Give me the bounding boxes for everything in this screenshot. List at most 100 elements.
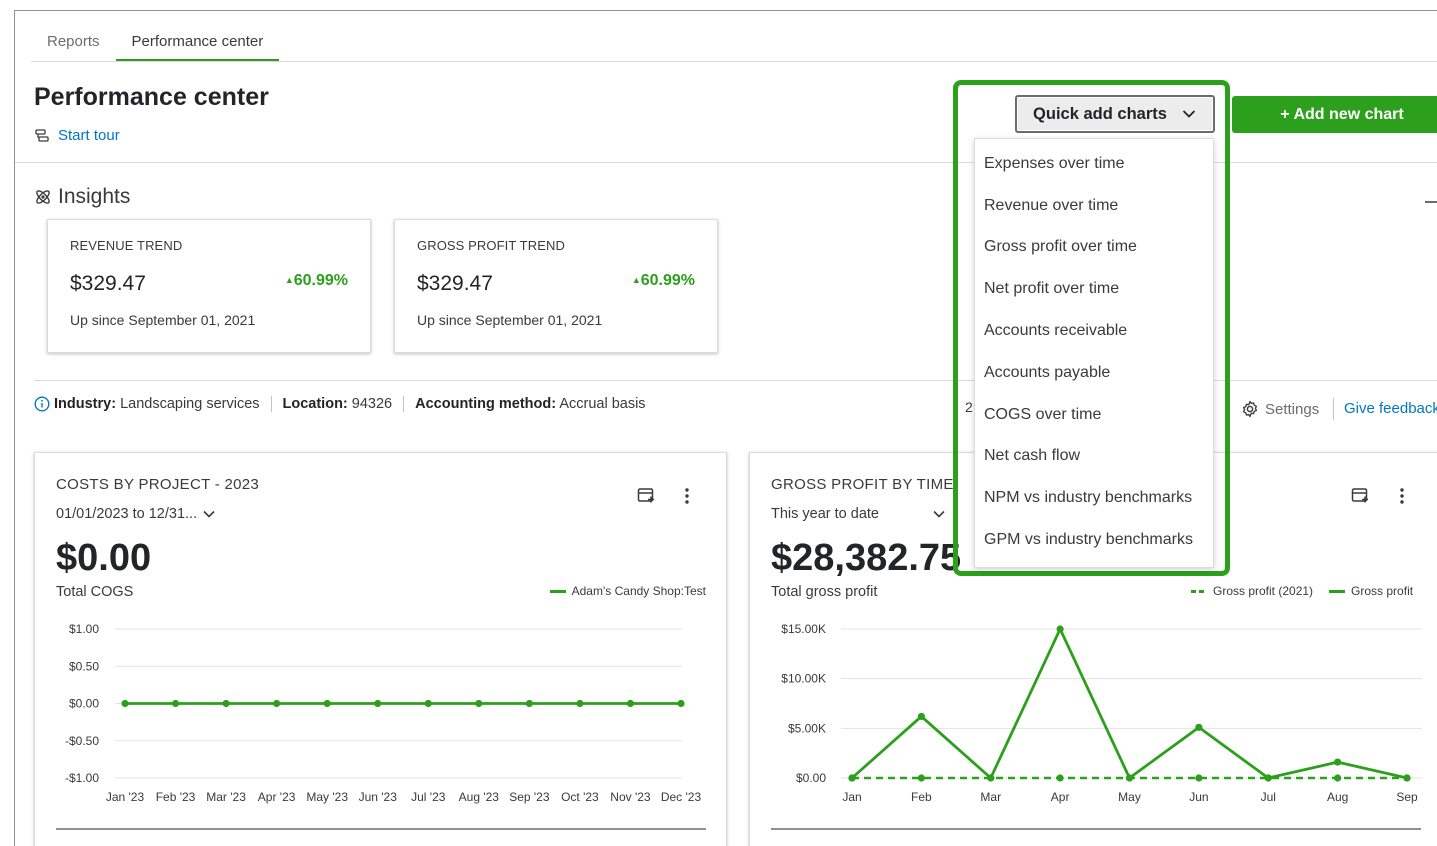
settings-button[interactable]: Settings bbox=[1241, 400, 1319, 418]
data-point[interactable] bbox=[917, 712, 925, 721]
x-tick-label: Jan bbox=[842, 790, 861, 804]
legend-swatch-dashed bbox=[1191, 589, 1207, 593]
data-point[interactable] bbox=[374, 699, 382, 708]
x-tick-label: May bbox=[1118, 790, 1141, 804]
add-to-dashboard-icon[interactable] bbox=[1350, 486, 1370, 506]
x-tick-label: Aug bbox=[1327, 790, 1348, 804]
total-amount: $0.00 bbox=[56, 537, 152, 579]
data-point[interactable] bbox=[848, 774, 856, 782]
data-point[interactable] bbox=[1056, 774, 1064, 782]
y-tick-label: $5.00K bbox=[788, 721, 826, 735]
start-tour-link[interactable]: Start tour bbox=[34, 127, 120, 144]
x-tick-label: Apr '23 bbox=[258, 790, 296, 804]
trend-amount: $329.47 bbox=[417, 272, 493, 295]
x-tick-label: Apr bbox=[1051, 790, 1070, 804]
tab-bar: Reports Performance center bbox=[31, 29, 280, 62]
x-tick-label: Nov '23 bbox=[610, 790, 651, 804]
tab-reports[interactable]: Reports bbox=[31, 29, 116, 62]
x-tick-label: Mar bbox=[980, 790, 1001, 804]
gross-profit-trend-card[interactable]: GROSS PROFIT TREND $329.47 ▲60.99% Up si… bbox=[394, 219, 718, 353]
chevron-down-icon bbox=[933, 510, 945, 518]
y-tick-label: -$1.00 bbox=[65, 771, 99, 785]
data-point[interactable] bbox=[323, 699, 331, 708]
gross-profit-line-chart: $15.00K $10.00K $5.00K $0.00 Jan Feb Mar Apr May… bbox=[781, 622, 1422, 804]
costs-by-project-card: COSTS BY PROJECT - 2023 01/01/2023 to 12… bbox=[34, 452, 727, 846]
info-icon[interactable] bbox=[34, 396, 50, 412]
menu-item-net-profit-over-time[interactable]: Net profit over time bbox=[975, 268, 1213, 310]
legend-swatch bbox=[549, 589, 566, 593]
menu-item-gross-profit-over-time[interactable]: Gross profit over time bbox=[975, 227, 1213, 269]
data-point[interactable] bbox=[677, 699, 685, 708]
y-tick-label: $0.50 bbox=[69, 659, 99, 673]
data-point[interactable] bbox=[424, 699, 432, 708]
y-tick-label: $15.00K bbox=[781, 622, 826, 636]
x-tick-label: Aug '23 bbox=[459, 790, 500, 804]
quick-add-menu: Expenses over time Revenue over time Gross… bbox=[974, 138, 1214, 568]
up-arrow-icon: ▲ bbox=[284, 275, 294, 285]
data-point[interactable] bbox=[1125, 774, 1134, 782]
data-point[interactable] bbox=[626, 699, 635, 708]
total-label: Total gross profit bbox=[771, 584, 878, 600]
legend-label: Gross profit bbox=[1351, 584, 1414, 598]
insights-heading: Insights bbox=[34, 185, 130, 209]
data-point[interactable] bbox=[121, 699, 129, 708]
start-tour-label: Start tour bbox=[58, 127, 120, 144]
card-bottom-divider bbox=[771, 828, 1421, 830]
data-point[interactable] bbox=[1264, 774, 1272, 782]
data-point[interactable] bbox=[1403, 774, 1411, 782]
location-info: Location: 94326 bbox=[270, 396, 404, 412]
data-point[interactable] bbox=[525, 699, 533, 708]
company-meta-bar: Industry: Landscaping services Location:… bbox=[34, 396, 657, 412]
menu-item-accounts-receivable[interactable]: Accounts receivable bbox=[975, 310, 1213, 352]
data-point[interactable] bbox=[1056, 625, 1064, 633]
revenue-trend-card[interactable]: REVENUE TREND $329.47 ▲60.99% Up since S… bbox=[47, 219, 371, 353]
menu-item-npm-vs-industry-benchmarks[interactable]: NPM vs industry benchmarks bbox=[975, 477, 1213, 519]
more-options-icon[interactable] bbox=[1392, 486, 1412, 506]
chevron-down-icon bbox=[1182, 110, 1196, 118]
menu-item-cogs-over-time[interactable]: COGS over time bbox=[975, 394, 1213, 436]
date-range-value: 01/01/2023 to 12/31... bbox=[56, 506, 198, 522]
data-point[interactable] bbox=[576, 699, 584, 708]
give-feedback-link[interactable]: Give feedback bbox=[1344, 400, 1437, 417]
quick-add-charts-button[interactable]: Quick add charts bbox=[1015, 95, 1215, 133]
data-point[interactable] bbox=[222, 699, 230, 708]
trend-since: Up since September 01, 2021 bbox=[417, 312, 603, 328]
x-tick-label: Feb bbox=[911, 790, 932, 804]
add-new-chart-button[interactable]: + Add new chart bbox=[1232, 96, 1437, 133]
menu-item-expenses-over-time[interactable]: Expenses over time bbox=[975, 143, 1213, 185]
chevron-down-icon bbox=[203, 510, 215, 518]
collapse-icon[interactable] bbox=[1425, 201, 1437, 203]
date-range-value: This year to date bbox=[771, 506, 879, 522]
legend-label: Gross profit (2021) bbox=[1213, 584, 1314, 598]
more-options-icon[interactable] bbox=[677, 486, 697, 506]
add-to-dashboard-icon[interactable] bbox=[636, 486, 656, 506]
x-tick-label: Jul bbox=[1261, 790, 1276, 804]
menu-item-gpm-vs-industry-benchmarks[interactable]: GPM vs industry benchmarks bbox=[975, 519, 1213, 561]
data-point[interactable] bbox=[475, 699, 483, 708]
tour-icon bbox=[35, 128, 49, 142]
date-range-dropdown[interactable]: 01/01/2023 to 12/31... bbox=[56, 506, 217, 522]
data-point[interactable] bbox=[1195, 723, 1203, 731]
data-point[interactable] bbox=[273, 699, 281, 708]
data-point[interactable] bbox=[1334, 758, 1342, 766]
menu-item-revenue-over-time[interactable]: Revenue over time bbox=[975, 185, 1213, 227]
quick-add-label: Quick add charts bbox=[1033, 104, 1167, 123]
trend-change: ▲60.99% bbox=[631, 272, 695, 289]
data-point[interactable] bbox=[917, 774, 925, 782]
menu-item-accounts-payable[interactable]: Accounts payable bbox=[975, 352, 1213, 394]
data-point[interactable] bbox=[1334, 774, 1342, 782]
data-point[interactable] bbox=[1195, 774, 1203, 782]
x-tick-label: Dec '23 bbox=[661, 790, 702, 804]
chart-legend: Gross profit (2021) Gross profit bbox=[1191, 584, 1413, 598]
date-range-dropdown[interactable]: This year to date bbox=[771, 506, 947, 522]
trend-label: REVENUE TREND bbox=[70, 238, 183, 253]
y-tick-label: $10.00K bbox=[781, 672, 826, 686]
data-point[interactable] bbox=[171, 699, 180, 708]
x-tick-label: Mar '23 bbox=[206, 790, 246, 804]
x-tick-label: Jul '23 bbox=[411, 790, 446, 804]
data-point[interactable] bbox=[987, 774, 995, 782]
x-tick-label: Jun '23 bbox=[359, 790, 398, 804]
legend-label: Adam's Candy Shop:Test bbox=[571, 584, 706, 598]
tab-performance-center[interactable]: Performance center bbox=[115, 29, 280, 62]
menu-item-net-cash-flow[interactable]: Net cash flow bbox=[975, 436, 1213, 478]
